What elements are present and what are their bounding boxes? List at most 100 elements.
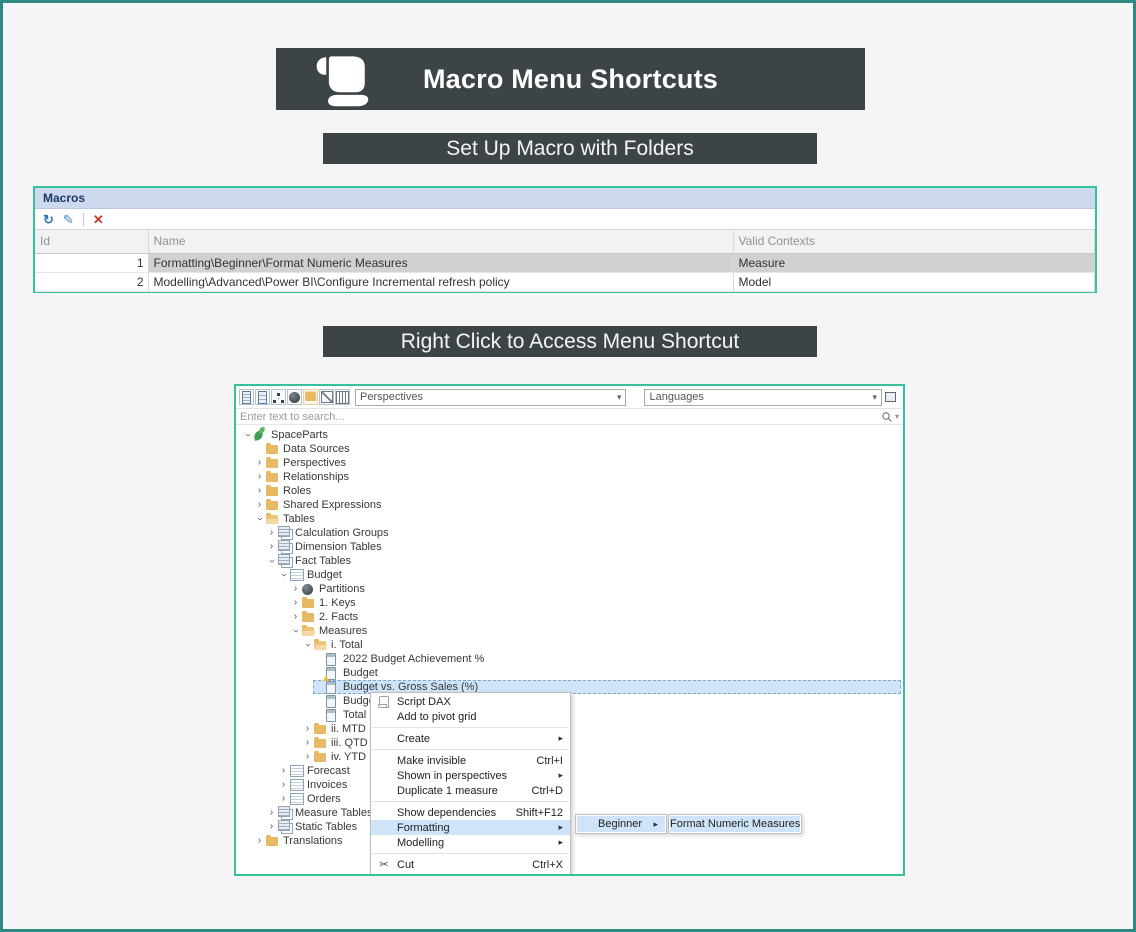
- collapse-icon[interactable]: ›: [255, 513, 265, 526]
- menu-item-beginner[interactable]: Beginner ▸: [577, 816, 665, 832]
- tree-item-fact-tables[interactable]: ›Fact Tables: [238, 554, 901, 568]
- expand-icon[interactable]: ›: [265, 528, 278, 538]
- collapse-icon[interactable]: ›: [279, 569, 289, 582]
- tree-item-label: Measures: [319, 625, 371, 637]
- menu-item-show-dependencies[interactable]: Show dependenciesShift+F12: [371, 805, 570, 820]
- table-columns-icon[interactable]: [335, 389, 350, 405]
- menu-item-label: Copy: [397, 874, 532, 877]
- tree-item-2-facts[interactable]: ›2. Facts: [238, 610, 901, 624]
- menu-item-shortcut: Ctrl+X: [532, 859, 563, 871]
- tree-item-dimension-tables[interactable]: ›Dimension Tables: [238, 540, 901, 554]
- macro-id-cell: 2: [35, 272, 148, 291]
- menu-item-cut[interactable]: ✂CutCtrl+X: [371, 857, 570, 872]
- expand-icon[interactable]: ›: [277, 766, 290, 776]
- folder-icon: [266, 471, 280, 484]
- measures-view-icon[interactable]: [239, 389, 254, 405]
- collapse-icon[interactable]: ›: [267, 555, 277, 568]
- hide-display-folders-icon[interactable]: [319, 389, 334, 405]
- macros-toolbar: ↻ ✎ ✕: [35, 209, 1095, 230]
- expand-icon[interactable]: ›: [289, 584, 302, 594]
- chevron-down-icon: ▾: [613, 392, 626, 403]
- tree-item-relationships[interactable]: › Relationships: [238, 470, 901, 484]
- tree-item-data-sources[interactable]: Data Sources: [238, 442, 901, 456]
- tree-item-roles[interactable]: ›Roles: [238, 484, 901, 498]
- expand-icon[interactable]: ›: [301, 738, 314, 748]
- tree-item-budget[interactable]: › Budget: [238, 568, 901, 582]
- tree-item-perspectives[interactable]: ›Perspectives: [238, 456, 901, 470]
- menu-item-add-to-pivot-grid[interactable]: Add to pivot grid: [371, 709, 570, 724]
- submenu-arrow-icon: ▸: [558, 822, 563, 833]
- collapse-icon[interactable]: ›: [243, 429, 253, 442]
- folder-icon: [314, 737, 328, 750]
- menu-item-script-dax[interactable]: Script DAX: [371, 694, 570, 709]
- tree-item-label: iv. YTD: [331, 751, 370, 763]
- tree-item-partitions[interactable]: ›Partitions: [238, 582, 901, 596]
- tree-item-shared-expressions[interactable]: ›Shared Expressions: [238, 498, 901, 512]
- title-banner: Macro Menu Shortcuts: [276, 48, 865, 110]
- tree-item-tables[interactable]: ›Tables: [238, 512, 901, 526]
- tree-item-label: iii. QTD: [331, 737, 372, 749]
- search-bar: ▾: [236, 409, 903, 425]
- menu-item-modelling[interactable]: Modelling▸: [371, 835, 570, 850]
- tree-item-i-total[interactable]: ›i. Total: [238, 638, 901, 652]
- expand-icon[interactable]: ›: [289, 612, 302, 622]
- tree-item-spaceparts[interactable]: ›SpaceParts: [238, 428, 901, 442]
- menu-item-make-invisible[interactable]: Make invisibleCtrl+I: [371, 753, 570, 768]
- edit-macro-icon[interactable]: ✎: [63, 213, 74, 226]
- tree-item-label: Budget: [307, 569, 346, 581]
- hierarchy-view-icon[interactable]: [271, 389, 286, 405]
- menu-item-duplicate-1-measure[interactable]: Duplicate 1 measureCtrl+D: [371, 783, 570, 798]
- expand-icon[interactable]: ›: [253, 486, 266, 496]
- expand-icon[interactable]: ›: [253, 458, 266, 468]
- tree-item-calculation-groups[interactable]: ›Calculation Groups: [238, 526, 901, 540]
- menu-item-copy[interactable]: CopyCtrl+C: [371, 872, 570, 876]
- columns-view-icon[interactable]: [255, 389, 270, 405]
- tree-item-label: ii. MTD: [331, 723, 370, 735]
- tree-item-label: Relationships: [283, 471, 353, 483]
- menu-item-formatting[interactable]: Formatting▸: [371, 820, 570, 835]
- search-input[interactable]: [240, 410, 881, 424]
- expand-icon[interactable]: ›: [265, 542, 278, 552]
- menu-item-label: Make invisible: [397, 755, 536, 767]
- macros-table-body: 1Formatting\Beginner\Format Numeric Meas…: [35, 253, 1095, 291]
- expand-icon[interactable]: ›: [301, 724, 314, 734]
- menu-item-label: Duplicate 1 measure: [397, 785, 532, 797]
- macro-row[interactable]: 1Formatting\Beginner\Format Numeric Meas…: [35, 253, 1095, 272]
- scroll-icon: [306, 52, 378, 108]
- macro-valid-contexts-cell: Measure: [733, 253, 1095, 272]
- expand-icon[interactable]: ›: [265, 822, 278, 832]
- delete-macro-icon[interactable]: ✕: [93, 213, 104, 226]
- run-macro-icon[interactable]: ↻: [43, 213, 54, 226]
- expand-icon[interactable]: ›: [277, 780, 290, 790]
- menu-item-shown-in-perspectives[interactable]: Shown in perspectives▸: [371, 768, 570, 783]
- folder-icon: [266, 835, 280, 848]
- expand-icon[interactable]: ›: [301, 752, 314, 762]
- languages-dropdown[interactable]: Languages ▾: [644, 389, 882, 406]
- menu-item-shortcut: Ctrl+D: [532, 785, 563, 797]
- collapse-icon[interactable]: ›: [291, 625, 301, 638]
- expand-icon[interactable]: ›: [265, 808, 278, 818]
- menu-item-format-numeric-measures[interactable]: Format Numeric Measures: [670, 816, 800, 832]
- expand-icon[interactable]: ›: [277, 794, 290, 804]
- collapse-icon[interactable]: ›: [303, 639, 313, 652]
- tree-item-measures[interactable]: › Measures: [238, 624, 901, 638]
- expand-icon[interactable]: ›: [253, 472, 266, 482]
- expand-icon[interactable]: ›: [253, 500, 266, 510]
- expand-icon[interactable]: ›: [253, 836, 266, 846]
- expand-icon[interactable]: ›: [289, 598, 302, 608]
- search-options-chevron-icon[interactable]: ▾: [895, 412, 899, 421]
- tree-item-label: Forecast: [307, 765, 354, 777]
- menu-separator: [372, 801, 569, 802]
- search-icon[interactable]: [881, 411, 893, 423]
- cascade-windows-icon[interactable]: [882, 389, 899, 405]
- tree-item-2022-budget-achievement[interactable]: 2022 Budget Achievement %: [238, 652, 901, 666]
- folder-icon: [266, 443, 280, 456]
- translations-globe-icon[interactable]: [287, 389, 302, 405]
- display-folders-icon[interactable]: [303, 389, 318, 405]
- macro-row[interactable]: 2Modelling\Advanced\Power BI\Configure I…: [35, 272, 1095, 291]
- menu-item-create[interactable]: Create▸: [371, 731, 570, 746]
- tree-item-budget[interactable]: Budget: [238, 666, 901, 680]
- measure-icon: [326, 709, 340, 722]
- tree-item-1-keys[interactable]: ›1. Keys: [238, 596, 901, 610]
- perspectives-dropdown[interactable]: Perspectives ▾: [355, 389, 626, 406]
